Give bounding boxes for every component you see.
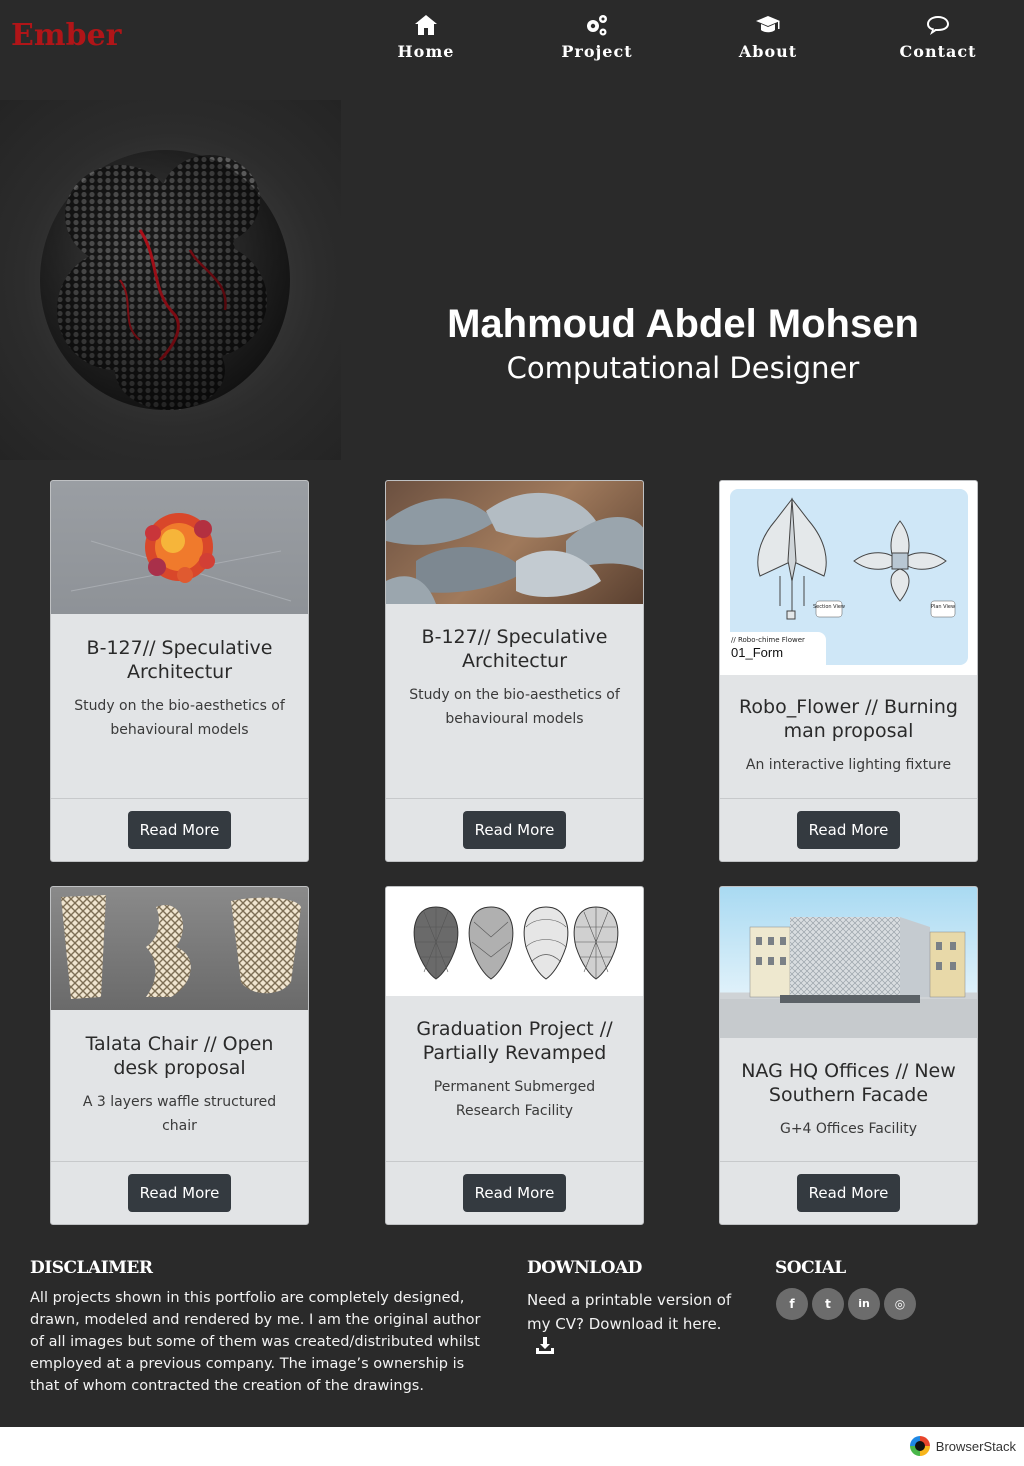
card-description: Study on the bio-aesthetics of behaviour… [74,698,285,738]
hero-image [0,100,341,460]
read-more-button[interactable]: Read More [797,811,900,849]
plan-view-label: Plan View [931,604,955,610]
card-body: NAG HQ Offices // New Southern Facade G+… [720,1038,977,1141]
read-more-button[interactable]: Read More [463,1174,566,1212]
card-title: B-127// Speculative Architectur [421,626,608,672]
card-title: NAG HQ Offices // New Southern Facade [741,1060,956,1106]
nav-project[interactable]: Project [542,12,652,61]
page: Ember Home Project About Contact Mahmoud… [0,0,1024,1427]
card-description: Study on the bio-aesthetics of behaviour… [409,687,620,727]
card-description: An interactive lighting fixture [745,757,952,773]
image-form-label: 01_Form [731,645,784,660]
card-footer: Read More [51,798,308,861]
nav-project-label: Project [561,42,633,61]
hero-title: Mahmoud Abdel Mohsen Computational Desig… [390,300,976,388]
card-footer: Read More [51,1161,308,1224]
card-body: B-127// Speculative Architectur Study on… [386,604,643,731]
project-card: Section View Plan View // Robo-chime Flo… [719,480,978,862]
nav-home-label: Home [397,42,455,61]
card-body: Graduation Project // Partially Revamped… [386,996,643,1123]
project-thumbnail: Section View Plan View // Robo-chime Flo… [720,481,977,675]
project-thumbnail [386,887,643,996]
card-body: Robo_Flower // Burning man proposal An i… [720,675,977,777]
browserstack-logo-icon [909,1436,930,1456]
project-thumbnail [51,481,308,614]
read-more-button[interactable]: Read More [463,811,566,849]
card-description: Permanent Submerged Research Facility [433,1079,596,1119]
card-footer: Read More [720,798,977,861]
project-thumbnail [720,887,977,1038]
project-card: NAG HQ Offices // New Southern Facade G+… [719,886,978,1225]
card-footer: Read More [386,798,643,861]
disclaimer-title: DISCLAIMER [30,1258,153,1278]
project-card: Talata Chair // Open desk proposal A 3 l… [50,886,309,1225]
project-thumbnail [51,887,308,1010]
card-footer: Read More [386,1161,643,1224]
download-text-block: Need a printable version of my CV? Downl… [527,1288,752,1362]
hero-role: Computational Designer [506,351,860,385]
read-more-button[interactable]: Read More [797,1174,900,1212]
read-more-button[interactable]: Read More [128,811,231,849]
read-more-button[interactable]: Read More [128,1174,231,1212]
nav-contact[interactable]: Contact [883,12,993,61]
section-view-label: Section View [813,604,845,610]
card-title: Talata Chair // Open desk proposal [85,1033,274,1079]
graduation-cap-icon [713,12,823,42]
nav-about[interactable]: About [713,12,823,61]
gears-icon [542,12,652,42]
card-body: Talata Chair // Open desk proposal A 3 l… [51,1010,308,1138]
card-footer: Read More [720,1161,977,1224]
download-icon[interactable] [535,1337,555,1362]
card-body: B-127// Speculative Architectur Study on… [51,614,308,742]
browserstack-label: BrowserStack [935,1438,1016,1454]
card-description: A 3 layers waffle structured chair [82,1094,277,1134]
card-title: Robo_Flower // Burning man proposal [739,696,958,742]
nav-about-label: About [738,42,798,61]
home-icon [371,12,481,42]
instagram-icon[interactable]: ◎ [884,1288,916,1320]
download-text: Need a printable version of my CV? Downl… [527,1291,732,1333]
facebook-icon[interactable]: f [776,1288,808,1320]
nav-home[interactable]: Home [371,12,481,61]
browserstack-watermark: BrowserStack [909,1436,1016,1456]
card-title: Graduation Project // Partially Revamped [416,1018,613,1064]
project-card: B-127// Speculative Architectur Study on… [385,480,644,862]
image-series-label: // Robo-chime Flower [731,636,805,644]
card-description: G+4 Offices Facility [779,1121,918,1137]
twitter-icon[interactable]: t [812,1288,844,1320]
hero-name: Mahmoud Abdel Mohsen [447,302,919,346]
project-thumbnail [386,481,643,604]
disclaimer-text: All projects shown in this portfolio are… [30,1290,481,1394]
project-card: Graduation Project // Partially Revamped… [385,886,644,1225]
speech-bubble-icon [883,12,993,42]
nav-contact-label: Contact [899,42,977,61]
card-title: B-127// Speculative Architectur [86,637,273,683]
brand-logo[interactable]: Ember [11,18,121,53]
project-card: B-127// Speculative Architectur Study on… [50,480,309,862]
download-title: DOWNLOAD [527,1258,642,1278]
social-title: SOCIAL [775,1258,846,1278]
linkedin-icon[interactable]: in [848,1288,880,1320]
